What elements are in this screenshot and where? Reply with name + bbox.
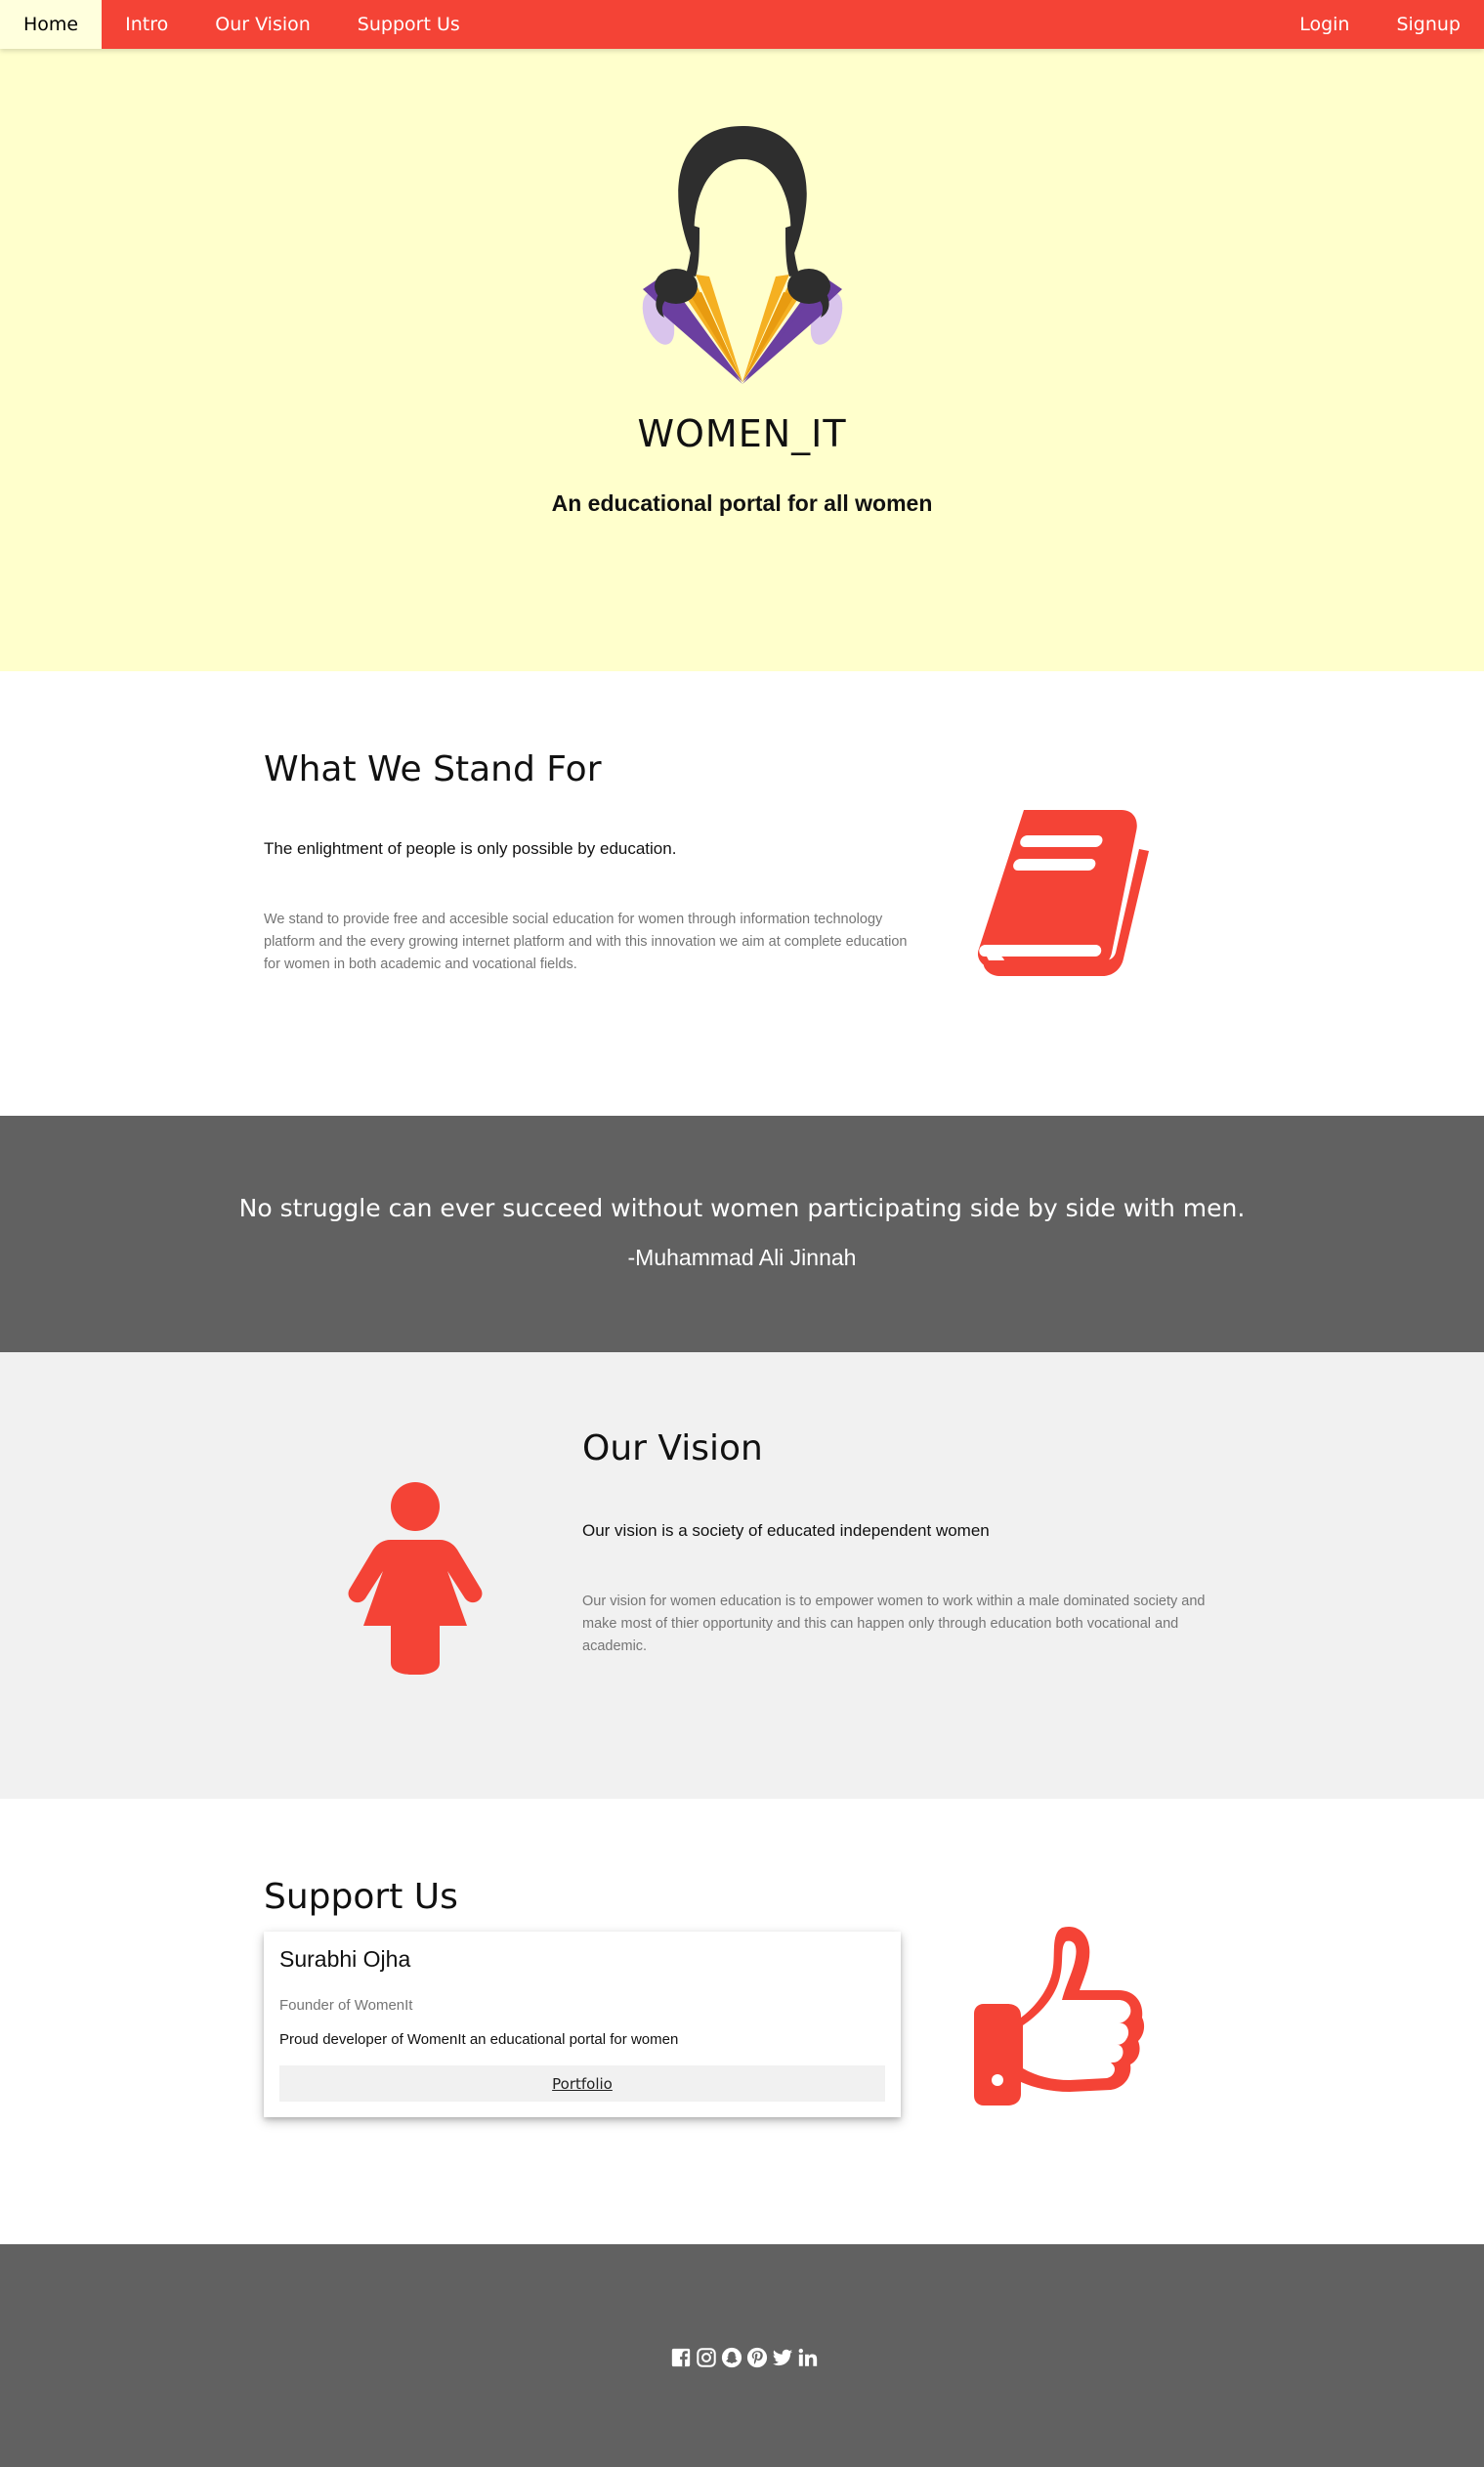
nav-left-group: Home Intro Our Vision Support Us — [0, 0, 484, 49]
nav-right-group: Login Signup — [1276, 0, 1484, 49]
twitter-icon[interactable] — [772, 2347, 793, 2368]
nav-home[interactable]: Home — [0, 0, 103, 49]
stand-for-body: We stand to provide free and accesible s… — [264, 912, 908, 972]
stand-for-title: What We Stand For — [264, 749, 602, 789]
hero-title: WOMEN_IT — [637, 412, 847, 455]
facebook-icon[interactable] — [670, 2347, 692, 2368]
thumbs-up-icon — [974, 1926, 1145, 2105]
founder-card: Surabhi Ojha Founder of WomenIt Proud de… — [264, 1932, 901, 2117]
woman-icon — [348, 1482, 483, 1675]
quote-author: -Muhammad Ali Jinnah — [627, 1245, 857, 1270]
stand-for-lead: The enlightment of people is only possib… — [264, 839, 677, 858]
vision-lead: Our vision is a society of educated inde… — [582, 1521, 990, 1540]
card-name: Surabhi Ojha — [279, 1946, 411, 1972]
woman-logo-icon — [642, 126, 843, 384]
card-role: Founder of WomenIt — [279, 1997, 413, 2014]
stand-for-section: What We Stand For The enlightment of peo… — [0, 671, 1484, 1116]
top-navbar: Home Intro Our Vision Support Us Login S… — [0, 0, 1484, 49]
vision-title: Our Vision — [582, 1428, 763, 1468]
hero-subtitle: An educational portal for all women — [551, 490, 933, 516]
support-section: Support Us Surabhi Ojha Founder of Women… — [0, 1799, 1484, 2244]
social-links — [670, 2347, 819, 2368]
nav-intro[interactable]: Intro — [102, 0, 191, 49]
support-title: Support Us — [264, 1877, 458, 1917]
footer — [0, 2244, 1484, 2467]
nav-login[interactable]: Login — [1276, 0, 1373, 49]
nav-support-us[interactable]: Support Us — [334, 0, 484, 49]
quote-text: No struggle can ever succeed without wom… — [238, 1194, 1246, 1222]
portfolio-button[interactable]: Portfolio — [279, 2065, 885, 2102]
quote-section: No struggle can ever succeed without wom… — [0, 1116, 1484, 1352]
linkedin-icon[interactable] — [797, 2347, 819, 2368]
book-icon — [977, 810, 1149, 976]
vision-body: Our vision for women education is to emp… — [582, 1594, 1206, 1654]
nav-our-vision[interactable]: Our Vision — [191, 0, 334, 49]
nav-signup[interactable]: Signup — [1373, 0, 1484, 49]
vision-section: Our Vision Our vision is a society of ed… — [0, 1352, 1484, 1799]
hero-section: WOMEN_IT An educational portal for all w… — [0, 49, 1484, 671]
pinterest-icon[interactable] — [746, 2347, 768, 2368]
card-description: Proud developer of WomenIt an educationa… — [279, 2031, 679, 2048]
instagram-icon[interactable] — [696, 2347, 717, 2368]
snapchat-icon[interactable] — [721, 2347, 742, 2368]
